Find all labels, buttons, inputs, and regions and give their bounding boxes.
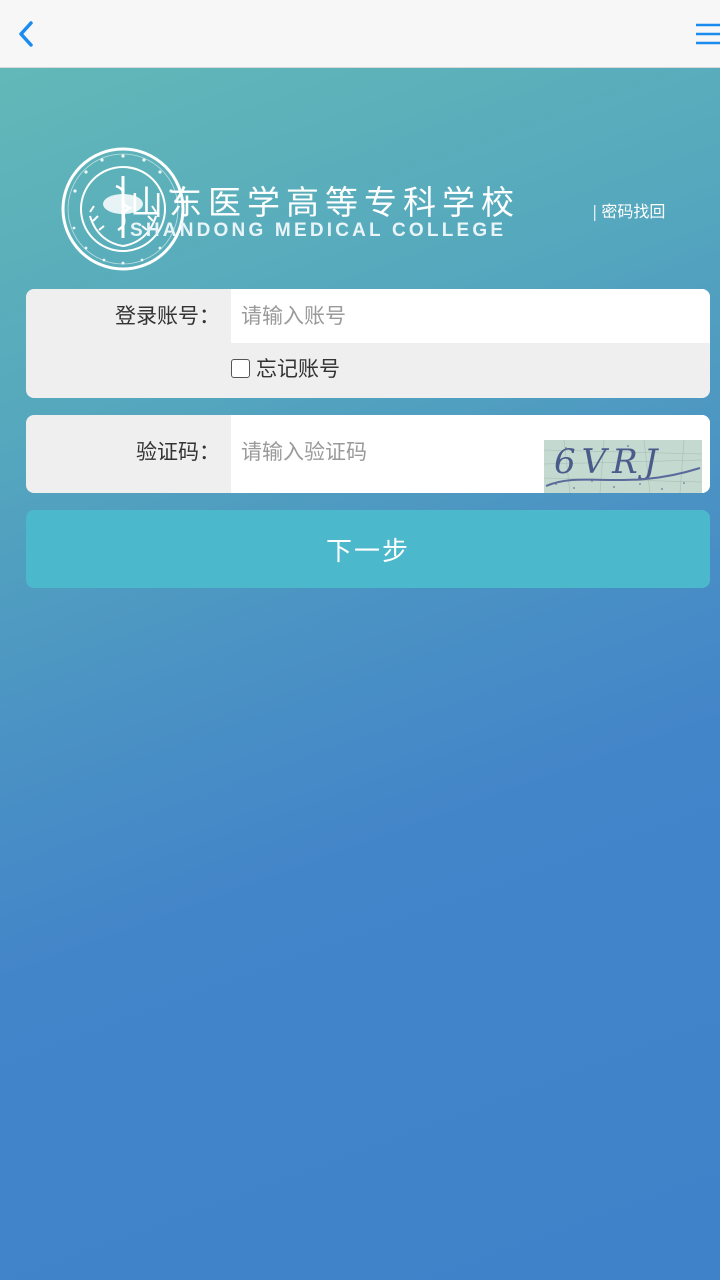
account-label: 登录账号： — [115, 304, 220, 328]
captcha-text: 6VRJ — [554, 442, 663, 482]
next-step-button[interactable]: 下一步 — [26, 510, 710, 588]
password-recovery-label: 密码找回 — [601, 202, 666, 221]
account-input[interactable] — [231, 289, 710, 343]
captcha-label: 验证码： — [136, 440, 220, 464]
link-separator: | — [592, 202, 598, 221]
hamburger-menu-icon — [696, 23, 720, 45]
captcha-form-card: 验证码： 6VRJ — [26, 415, 710, 493]
chevron-left-icon — [19, 21, 33, 47]
school-name-english: SHANDONG MEDICAL COLLEGE — [130, 220, 507, 241]
forgot-account-checkbox[interactable]: 忘记账号 — [231, 353, 340, 383]
captcha-image[interactable]: 6VRJ — [544, 440, 702, 493]
menu-button[interactable] — [690, 14, 720, 54]
forgot-account-label: 忘记账号 — [256, 357, 340, 381]
password-recovery-link[interactable]: | 密码找回 — [592, 198, 665, 222]
account-form-card: 登录账号： 忘记账号 — [26, 289, 710, 398]
top-nav-bar — [0, 0, 720, 68]
checkbox-box[interactable] — [231, 358, 250, 378]
password-recovery-page: 山东医学高等专科学校 SHANDONG MEDICAL COLLEGE | 密码找… — [0, 0, 720, 1280]
school-name-chinese: 山东医学高等专科学校 — [130, 183, 520, 222]
main-content: 山东医学高等专科学校 SHANDONG MEDICAL COLLEGE | 密码找… — [0, 68, 720, 1280]
back-button[interactable] — [8, 14, 44, 54]
